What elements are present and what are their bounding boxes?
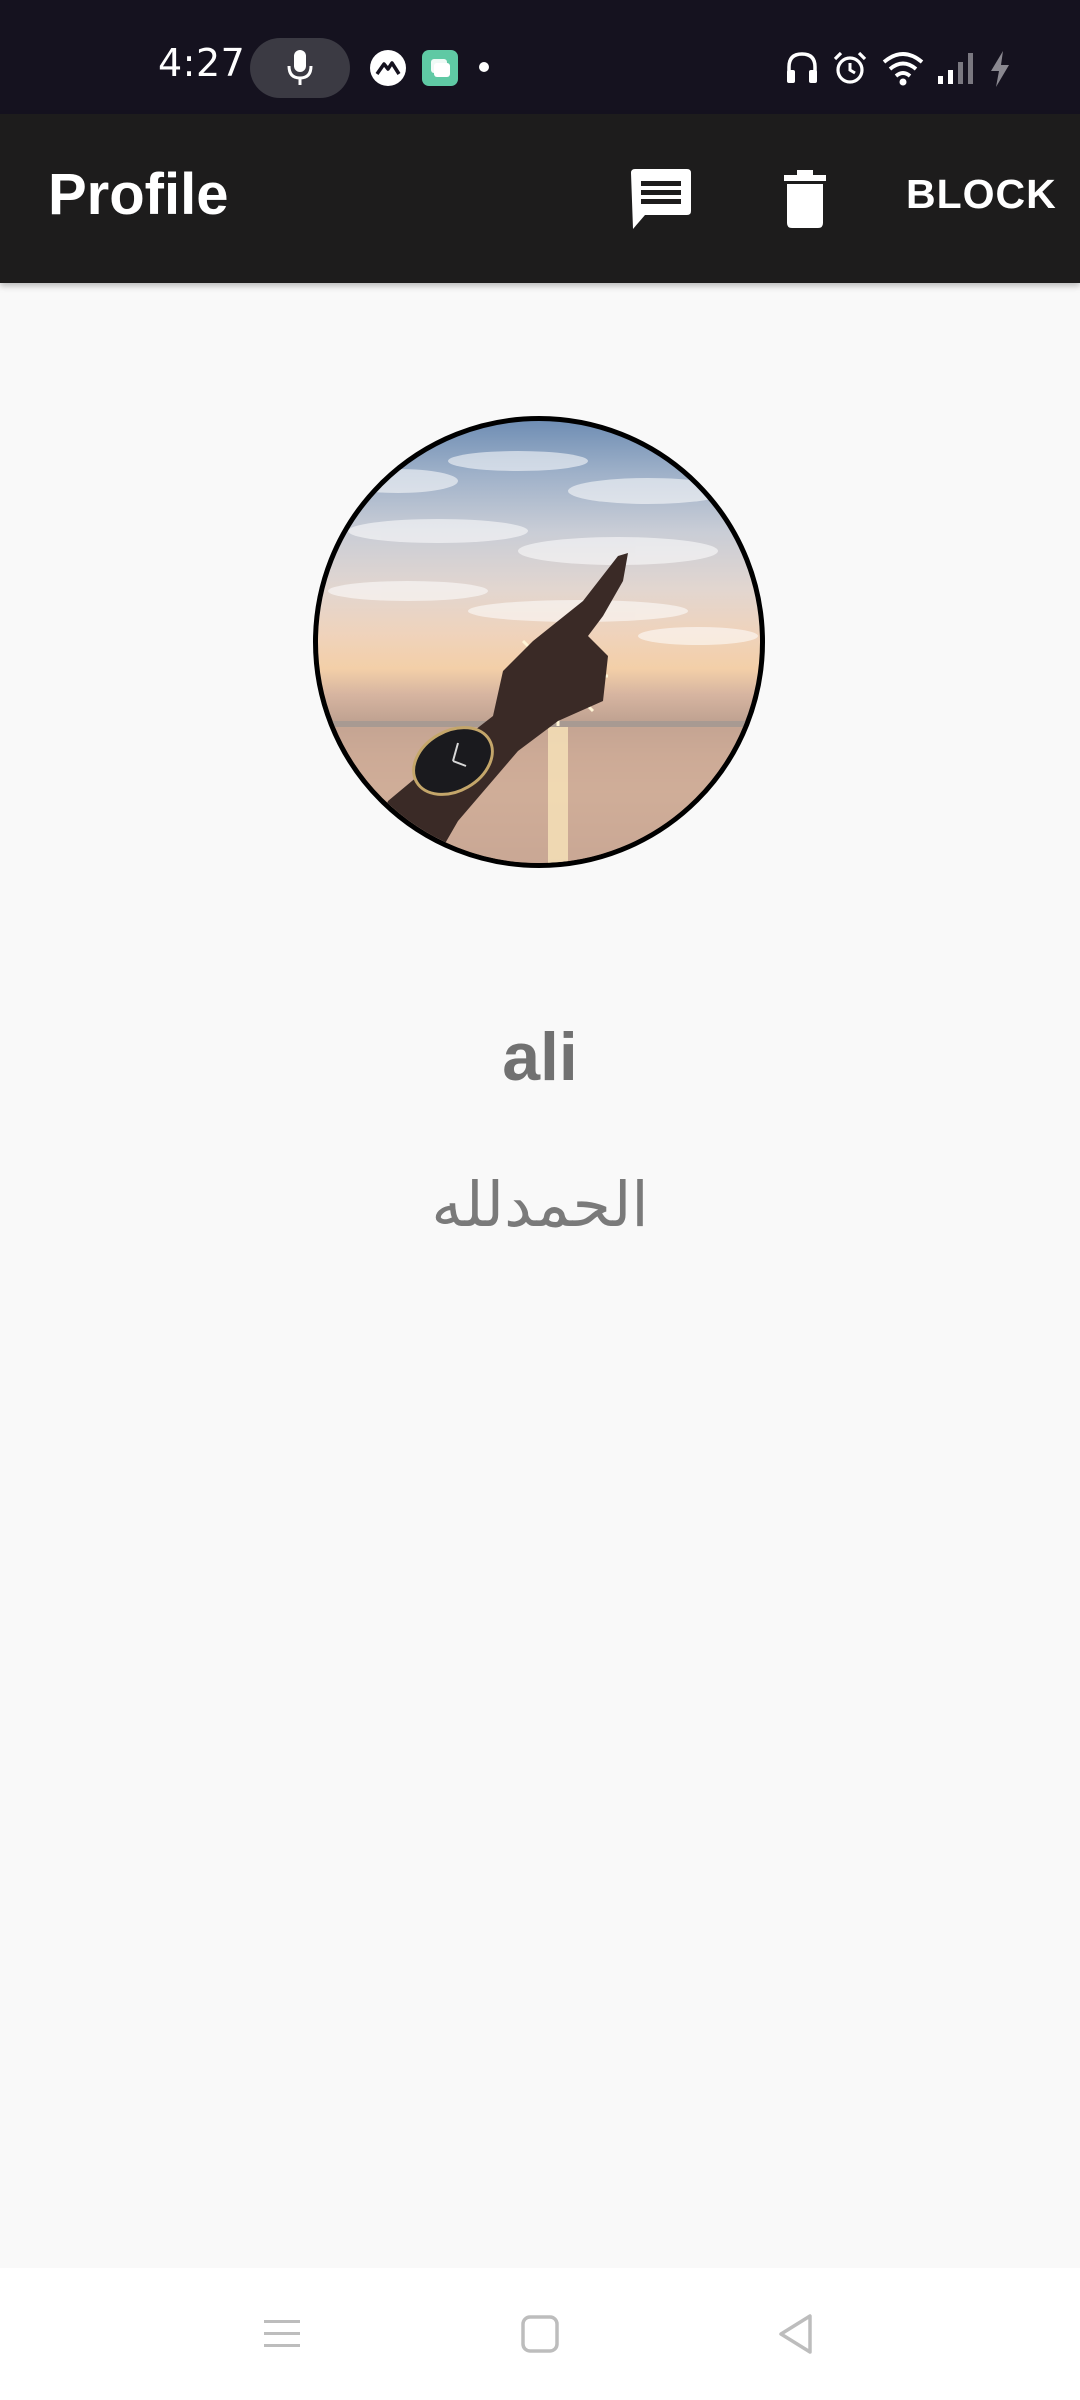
home-button[interactable] xyxy=(520,2314,560,2354)
mic-indicator[interactable] xyxy=(250,38,350,98)
headphones-icon xyxy=(787,52,817,83)
app-notification-icon xyxy=(370,50,406,86)
page-title: Profile xyxy=(48,162,229,227)
block-button[interactable]: BLOCK xyxy=(906,174,1057,215)
signal-icon xyxy=(938,53,973,84)
profile-photo-sunset-hand xyxy=(318,451,760,863)
mic-icon xyxy=(287,50,313,85)
profile-name: ali xyxy=(502,1019,578,1095)
alarm-icon xyxy=(833,51,867,84)
back-button[interactable] xyxy=(776,2312,816,2356)
chat-app-icon xyxy=(422,50,458,86)
message-icon[interactable] xyxy=(629,167,693,231)
status-time: 4:27 xyxy=(158,41,246,85)
app-bar: Profile BLOCK xyxy=(0,114,1080,283)
delete-icon[interactable] xyxy=(784,170,826,228)
recents-button[interactable] xyxy=(262,2316,302,2352)
charging-icon xyxy=(991,51,1009,87)
more-notifications-dot xyxy=(479,62,489,72)
profile-status: الحمدلله xyxy=(431,1168,649,1241)
navigation-bar xyxy=(0,2268,1080,2400)
wifi-icon xyxy=(882,52,924,86)
avatar[interactable] xyxy=(313,416,765,868)
status-bar: 4:27 xyxy=(0,0,1080,114)
